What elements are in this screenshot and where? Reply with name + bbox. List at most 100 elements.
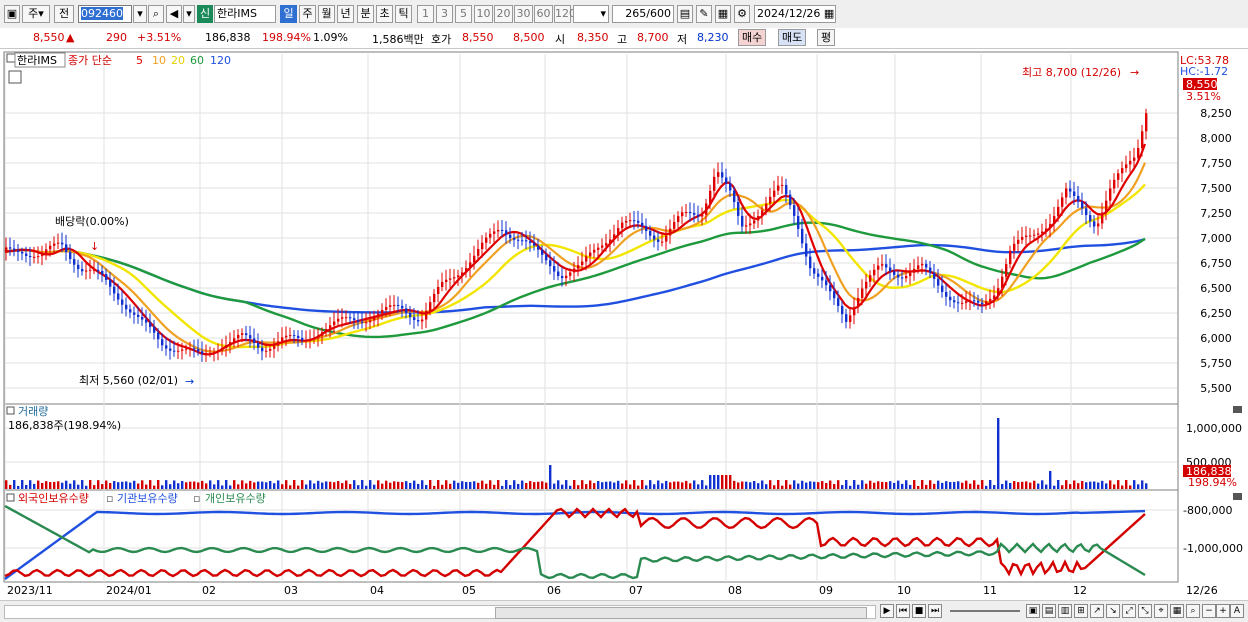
number-3[interactable]: 3: [436, 5, 453, 23]
date-field[interactable]: 2024/12/26 ▦: [754, 5, 836, 23]
volume-bar: [1073, 480, 1076, 489]
layout-icon-4[interactable]: ⊞: [1074, 604, 1088, 618]
zoom-slider[interactable]: [950, 610, 1020, 612]
prev-button[interactable]: 전: [54, 5, 74, 23]
period-selector[interactable]: 주▾: [22, 5, 50, 23]
sell-button[interactable]: 매도: [778, 29, 807, 46]
candle-body: [1137, 148, 1140, 158]
tools-icon[interactable]: ✎: [696, 5, 712, 23]
volume-tick-label: 1,000,000: [1186, 422, 1242, 435]
candle-body: [981, 302, 984, 305]
draw-icon-4[interactable]: ⤡: [1138, 604, 1152, 618]
candle-body: [789, 194, 792, 206]
draw-icon-3[interactable]: ⤢: [1122, 604, 1136, 618]
speaker-dropdown-icon[interactable]: ▾: [183, 5, 195, 23]
candle-body: [1105, 200, 1108, 213]
stock-chart[interactable]: 8,250 8,000 7,750 7,500 7,250 7,000 6,750 6,500…: [0, 48, 1248, 600]
candle-body: [321, 332, 324, 336]
layout-icon-3[interactable]: ▥: [1058, 604, 1072, 618]
zoom-search-icon[interactable]: ⌕: [1186, 604, 1200, 618]
scroll-end-icon[interactable]: ⏭: [928, 604, 942, 618]
number-60[interactable]: 60: [534, 5, 553, 23]
candle-body: [817, 273, 820, 277]
candle-body: [753, 220, 756, 224]
interval-tick[interactable]: 틱: [395, 5, 412, 23]
volume-bar: [561, 484, 564, 489]
code-dropdown-icon[interactable]: ▾: [133, 5, 147, 23]
eval-button[interactable]: 평: [817, 29, 836, 46]
scrollbar-thumb[interactable]: [495, 607, 867, 619]
holdings-panel-close-icon[interactable]: [1233, 493, 1242, 500]
volume-bar: [617, 480, 620, 489]
number-30[interactable]: 30: [514, 5, 533, 23]
volume-bar: [641, 480, 644, 489]
candle-body: [493, 231, 496, 234]
count-field[interactable]: 265/600: [612, 5, 674, 23]
volume-bar: [181, 480, 184, 489]
current-pct-tag: 3.51%: [1186, 90, 1221, 103]
interval-minute[interactable]: 분: [357, 5, 374, 23]
ma5-legend: 5: [136, 54, 143, 67]
interval-year[interactable]: 년: [337, 5, 354, 23]
settings-icon[interactable]: ⚙: [734, 5, 750, 23]
number-5[interactable]: 5: [455, 5, 472, 23]
layout-icon-2[interactable]: ▤: [1042, 604, 1056, 618]
number-120[interactable]: 120: [554, 5, 576, 23]
draw-icon-2[interactable]: ↘: [1106, 604, 1120, 618]
calculator-icon[interactable]: [8, 70, 22, 84]
volume-bar: [873, 482, 876, 489]
candle-body: [653, 235, 656, 240]
volume-panel-close-icon[interactable]: [1233, 406, 1242, 413]
candle-body: [1117, 173, 1120, 180]
candle-body: [73, 259, 76, 265]
interval-month[interactable]: 월: [318, 5, 335, 23]
candle-body: [325, 328, 328, 333]
candle-body: [101, 271, 104, 275]
interval-week[interactable]: 주: [299, 5, 316, 23]
font-size-icon[interactable]: A: [1230, 604, 1244, 618]
chart-type-icon[interactable]: ▣: [4, 5, 20, 23]
print-icon[interactable]: ▦: [1170, 604, 1184, 618]
number-10[interactable]: 10: [474, 5, 493, 23]
volume-bar: [189, 481, 192, 489]
search-icon[interactable]: ⌕: [148, 5, 164, 23]
candle-body: [1069, 188, 1072, 192]
candle-type-icon[interactable]: ▤: [677, 5, 693, 23]
candle-body: [813, 268, 816, 274]
save-icon[interactable]: ▦: [715, 5, 731, 23]
candle-body: [997, 288, 1000, 296]
volume-bar: [701, 480, 704, 489]
scroll-right-icon[interactable]: ▶: [880, 604, 894, 618]
number-1[interactable]: 1: [417, 5, 434, 23]
candle-body: [1021, 237, 1024, 240]
calendar-icon[interactable]: ▦: [824, 7, 834, 20]
speaker-icon[interactable]: ◀: [166, 5, 182, 23]
volume-bar: [677, 481, 680, 489]
x-tick-label: 05: [462, 584, 476, 597]
candle-body: [273, 345, 276, 349]
layout-icon-1[interactable]: ▣: [1026, 604, 1040, 618]
candle-body: [381, 309, 384, 314]
volume-bar: [1025, 481, 1028, 489]
volume-bar: [681, 482, 684, 489]
candle-body: [689, 212, 692, 214]
candle-body: [453, 277, 456, 279]
zoom-out-icon[interactable]: −: [1202, 604, 1216, 618]
buy-button[interactable]: 매수: [738, 29, 767, 46]
volume-bar: [1089, 481, 1092, 489]
interval-day[interactable]: 일: [280, 5, 297, 23]
interval-second[interactable]: 초: [376, 5, 393, 23]
number-20[interactable]: 20: [494, 5, 513, 23]
candle-body: [5, 247, 8, 252]
zoom-in-icon[interactable]: +: [1216, 604, 1230, 618]
horizontal-scrollbar[interactable]: [4, 605, 876, 619]
volume-bar: [153, 485, 156, 489]
draw-icon-1[interactable]: ↗: [1090, 604, 1104, 618]
draw-icon-5[interactable]: ⌖: [1154, 604, 1168, 618]
candle-body: [305, 340, 308, 342]
custom-number-input[interactable]: ▾: [573, 5, 609, 23]
stop-icon[interactable]: ■: [912, 604, 926, 618]
candle-body: [1041, 231, 1044, 234]
scroll-start-icon[interactable]: ⏮: [896, 604, 910, 618]
stock-code-input[interactable]: 092460: [78, 5, 132, 23]
